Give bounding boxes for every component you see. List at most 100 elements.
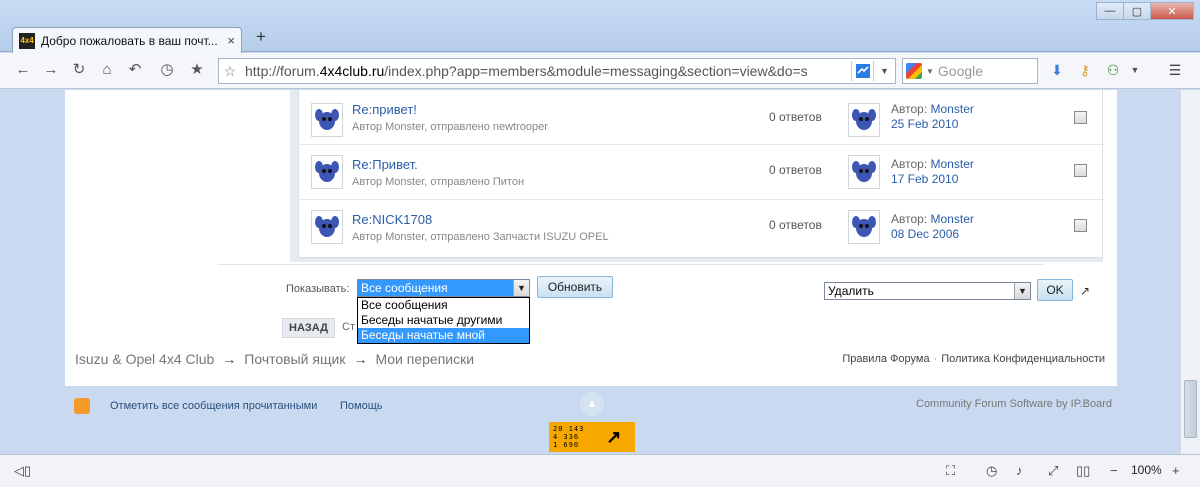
user-icon[interactable]: ⚇ <box>1104 61 1122 79</box>
author-avatar[interactable] <box>848 103 880 137</box>
dropdown-icon[interactable]: ▼ <box>873 61 895 81</box>
google-icon[interactable] <box>906 63 922 79</box>
scroll-top-icon[interactable]: ▲ <box>580 392 604 416</box>
undo-icon[interactable]: ↶ <box>126 61 144 79</box>
visit-counter[interactable]: 20 143 4 336 1 690 ↗ <box>549 422 635 452</box>
powered-by-text[interactable]: Community Forum Software by IP.Board <box>916 398 1112 410</box>
browser-tab[interactable]: 4x4 Добро пожаловать в ваш почт... × <box>12 27 242 53</box>
search-box[interactable]: ▼ Google <box>902 58 1038 84</box>
breadcrumb-item[interactable]: Мои переписки <box>375 351 474 367</box>
avatar[interactable] <box>311 103 343 137</box>
chevron-down-icon[interactable]: ▼ <box>513 280 529 296</box>
ok-button[interactable]: OK <box>1037 279 1073 301</box>
message-row[interactable]: Re:NICK1708 Автор Monster, отправлено За… <box>299 200 1104 255</box>
layout-icon[interactable]: ▯▯ <box>1076 463 1090 479</box>
sync-icon[interactable]: ⛶ <box>946 463 955 479</box>
rules-link[interactable]: Правила Форума <box>842 353 929 365</box>
filter-selected-value[interactable]: Все сообщения <box>358 280 513 296</box>
message-checkbox[interactable] <box>1074 219 1087 232</box>
action-select[interactable]: Удалить ▼ <box>824 282 1031 300</box>
controls-divider <box>218 264 1044 265</box>
breadcrumb-separator: → <box>222 351 237 367</box>
download-icon[interactable]: ⬇ <box>1048 61 1066 79</box>
message-date: 25 Feb 2010 <box>891 117 959 131</box>
author-info: Автор: Monster 17 Feb 2010 <box>891 157 974 186</box>
back-button[interactable]: НАЗАД <box>282 318 335 338</box>
mark-all-read-link[interactable]: Отметить все сообщения прочитанными <box>110 400 317 412</box>
scrollbar-thumb[interactable] <box>1184 380 1197 438</box>
url-text[interactable]: http://forum.4x4club.ru/index.php?app=me… <box>241 63 851 79</box>
action-selected-value: Удалить <box>828 284 874 298</box>
browser-toolbar: ← → ↻ ⌂ ↶ ◷ ★ ☆ http://forum.4x4club.ru/… <box>0 53 1200 89</box>
panel-toggle-icon[interactable]: ◁▯ <box>14 463 31 479</box>
author-avatar[interactable] <box>848 155 880 189</box>
forward-icon[interactable]: → <box>42 61 60 79</box>
rss-icon[interactable] <box>74 398 90 414</box>
message-date: 08 Dec 2006 <box>891 227 960 241</box>
avatar[interactable] <box>311 155 343 189</box>
author-link[interactable]: Monster <box>931 157 974 171</box>
fit-icon[interactable]: ⤢ <box>1048 463 1058 479</box>
extension-icon[interactable] <box>851 61 873 81</box>
privacy-link[interactable]: Политика Конфиденциальности <box>941 353 1105 365</box>
message-checkbox[interactable] <box>1074 111 1087 124</box>
message-list-container: Re:привет! Автор Monster, отправлено new… <box>290 90 1104 262</box>
key-icon[interactable]: ⚷ <box>1076 61 1094 79</box>
page-star-icon[interactable]: ☆ <box>219 63 241 80</box>
bookmark-star-icon[interactable]: ★ <box>188 61 206 79</box>
pagination-text: Ст <box>342 321 355 333</box>
message-row[interactable]: Re:Привет. Автор Monster, отправлено Пит… <box>299 145 1104 200</box>
page-footer: Отметить все сообщения прочитанными Помо… <box>0 386 1180 454</box>
forum-board: Re:привет! Автор Monster, отправлено new… <box>65 90 1117 386</box>
author-link[interactable]: Monster <box>931 212 974 226</box>
author-link[interactable]: Monster <box>931 102 974 116</box>
vertical-scrollbar[interactable] <box>1180 90 1200 454</box>
message-checkbox[interactable] <box>1074 164 1087 177</box>
close-window-button[interactable]: ✕ <box>1150 2 1194 20</box>
author-avatar[interactable] <box>848 210 880 244</box>
breadcrumb-separator: → <box>353 351 368 367</box>
breadcrumb-item[interactable]: Почтовый ящик <box>244 351 345 367</box>
message-subject-link[interactable]: Re:NICK1708 <box>352 212 432 227</box>
filter-select[interactable]: Все сообщения ▼ <box>357 279 530 297</box>
tab-title: Добро пожаловать в ваш почт... <box>41 33 218 48</box>
address-bar[interactable]: ☆ http://forum.4x4club.ru/index.php?app=… <box>218 58 896 84</box>
message-row[interactable]: Re:привет! Автор Monster, отправлено new… <box>299 90 1104 145</box>
site-favicon-icon: 4x4 <box>19 32 35 49</box>
message-subject-link[interactable]: Re:привет! <box>352 102 417 117</box>
history-icon[interactable]: ◷ <box>158 61 176 79</box>
message-meta: Автор Monster, отправлено Запчасти ISUZU… <box>352 231 609 243</box>
minimize-button[interactable]: — <box>1096 2 1124 20</box>
new-tab-button[interactable]: + <box>256 27 266 47</box>
clock-icon[interactable]: ◷ <box>986 463 997 479</box>
filter-option[interactable]: Беседы начатые другими <box>358 313 529 328</box>
zoom-out-icon[interactable]: − <box>1110 463 1118 478</box>
message-meta: Автор Monster, отправлено newtrooper <box>352 121 548 133</box>
tab-close-icon[interactable]: × <box>227 33 235 48</box>
reply-count: 0 ответов <box>769 218 822 232</box>
avatar[interactable] <box>311 210 343 244</box>
message-subject-link[interactable]: Re:Привет. <box>352 157 418 172</box>
breadcrumb: Isuzu & Opel 4x4 Club → Почтовый ящик → Мои … <box>75 351 474 367</box>
maximize-button[interactable]: ▢ <box>1123 2 1151 20</box>
user-dropdown-icon[interactable]: ▼ <box>1126 61 1144 79</box>
back-icon[interactable]: ← <box>14 61 32 79</box>
zoom-level[interactable]: 100% <box>1131 463 1162 477</box>
go-arrow-icon[interactable]: ↗ <box>1080 284 1090 298</box>
home-icon[interactable]: ⌂ <box>98 61 116 79</box>
menu-icon[interactable]: ☰ <box>1166 61 1184 79</box>
search-input[interactable]: Google <box>938 63 983 79</box>
message-meta: Автор Monster, отправлено Питон <box>352 176 525 188</box>
reload-icon[interactable]: ↻ <box>70 61 88 79</box>
page-viewport: Re:привет! Автор Monster, отправлено new… <box>0 90 1180 454</box>
help-link[interactable]: Помощь <box>340 400 383 412</box>
filter-option[interactable]: Все сообщения <box>358 298 529 313</box>
breadcrumb-item[interactable]: Isuzu & Opel 4x4 Club <box>75 351 214 367</box>
filter-option-highlighted[interactable]: Беседы начатые мной <box>358 328 529 343</box>
author-info: Автор: Monster 25 Feb 2010 <box>891 102 974 131</box>
sound-icon[interactable]: ♪ <box>1016 463 1023 478</box>
refresh-button[interactable]: Обновить <box>537 276 613 298</box>
browser-titlebar: 4x4 Добро пожаловать в ваш почт... × + —… <box>0 0 1200 53</box>
chevron-down-icon[interactable]: ▼ <box>1014 283 1030 299</box>
zoom-in-icon[interactable]: + <box>1172 463 1180 478</box>
